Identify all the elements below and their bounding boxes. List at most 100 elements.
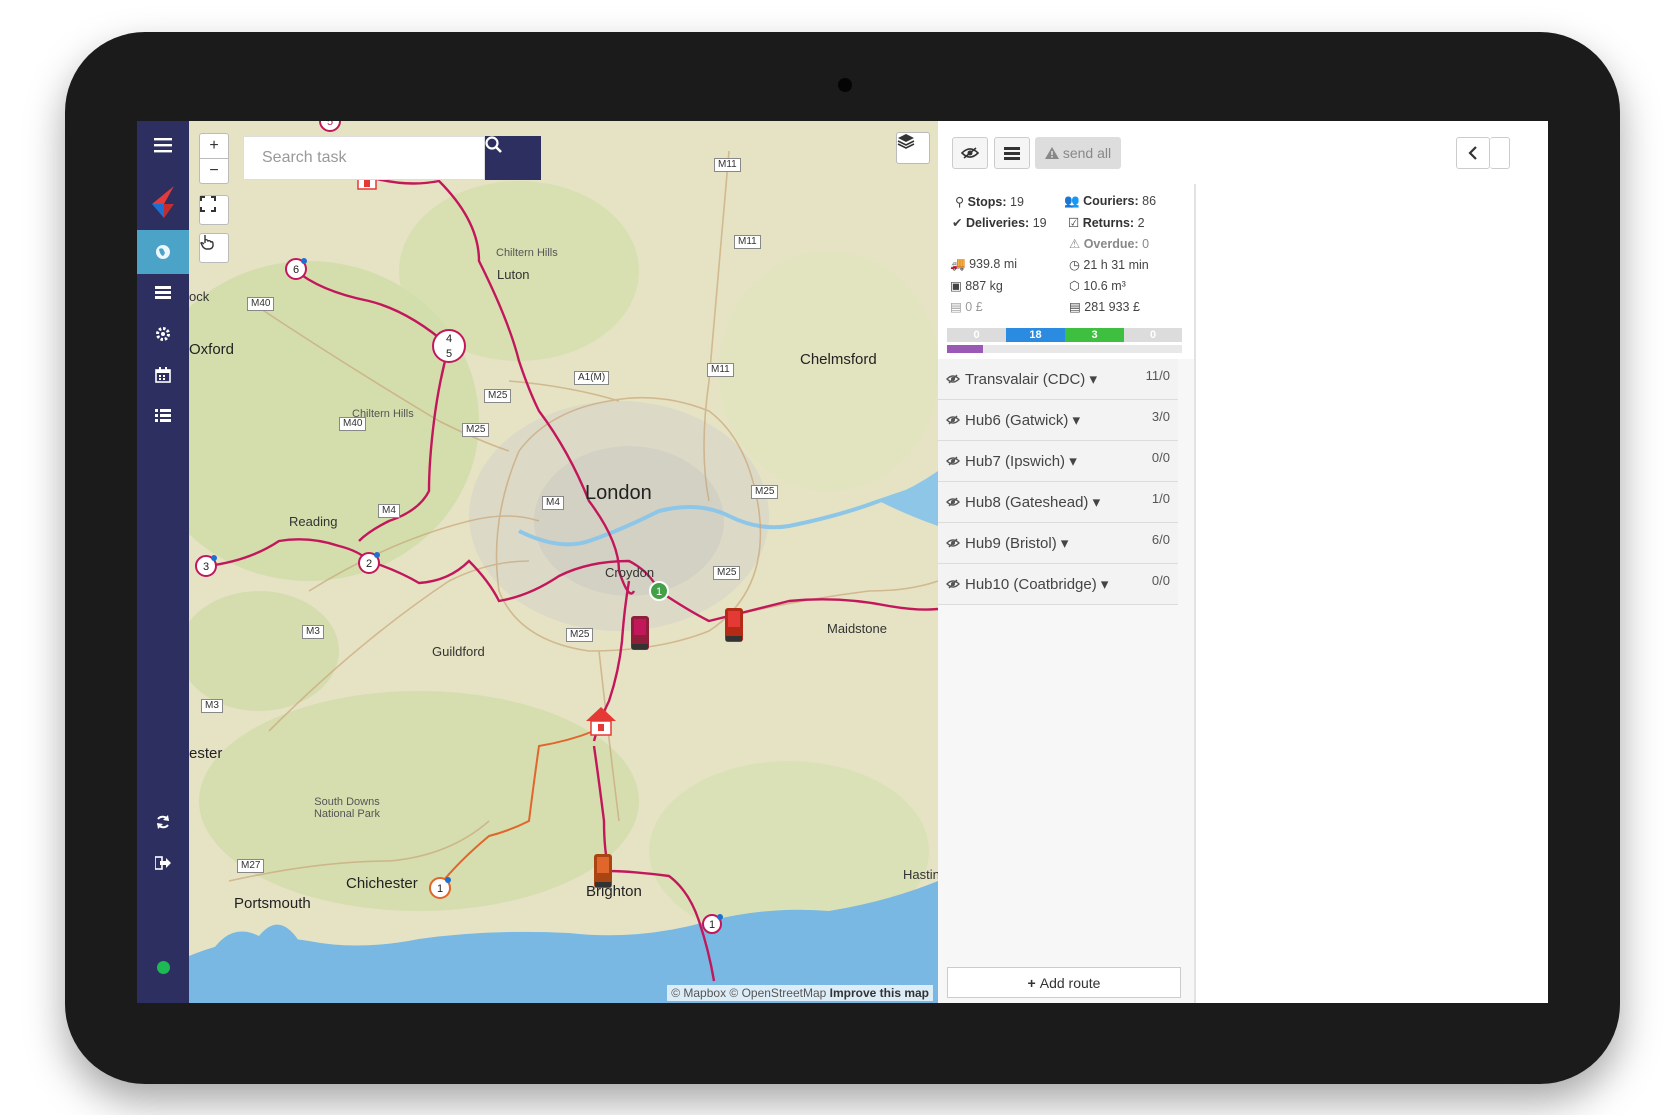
- select-tool-button[interactable]: [199, 233, 229, 263]
- road-label: M4: [542, 496, 564, 510]
- route-count: 6/0: [1151, 532, 1170, 547]
- route-count: 1/0: [1151, 491, 1170, 506]
- map-view[interactable]: London Chelmsford Oxford Luton Reading G…: [189, 121, 938, 1003]
- road-label: M11: [707, 363, 734, 377]
- road-label: M40: [247, 297, 275, 311]
- route-name[interactable]: Hub7 (Ipswich) ▾: [965, 452, 1077, 470]
- place-label-chiltern-hills-1: Chiltern Hills: [496, 247, 558, 259]
- send-all-button[interactable]: send all: [1035, 137, 1121, 169]
- eye-slash-icon[interactable]: [946, 453, 960, 470]
- route-row-hub6[interactable]: Hub6 (Gatwick) ▾ 3/0: [938, 400, 1178, 441]
- place-label-maidstone: Maidstone: [827, 621, 887, 636]
- eye-slash-icon[interactable]: [946, 412, 960, 429]
- place-label-oxford: Oxford: [189, 341, 235, 358]
- place-label-ock: ock: [189, 289, 210, 304]
- progress-sub-fill: [947, 345, 983, 353]
- add-route-button[interactable]: + Add route: [947, 967, 1181, 998]
- road-label: M25: [462, 423, 490, 437]
- zoom-out-button[interactable]: −: [199, 158, 229, 184]
- route-row-transvalair[interactable]: Transvalair (CDC) ▾ 11/0: [938, 359, 1178, 400]
- sidebar-item-map[interactable]: [137, 230, 189, 274]
- stops-stat: ⚲ Stops: 19: [955, 195, 1024, 209]
- sidebar-item-calendar[interactable]: [137, 353, 189, 397]
- refresh-icon[interactable]: [137, 800, 189, 844]
- road-label: M25: [484, 389, 512, 403]
- place-label-hastings: Hastings: [903, 867, 938, 882]
- list-box-icon: [155, 286, 171, 299]
- map-base: [189, 121, 938, 1003]
- route-name[interactable]: Transvalair (CDC) ▾: [965, 370, 1097, 388]
- road-label: M11: [734, 235, 761, 249]
- search-input[interactable]: Search task: [243, 136, 485, 180]
- sidebar-item-settings[interactable]: [137, 312, 189, 356]
- returns-stat: ☑ Returns: 2: [1068, 216, 1145, 230]
- toggle-visibility-button[interactable]: [952, 137, 988, 169]
- fullscreen-icon: [200, 196, 216, 212]
- routes-toolbar: send all: [938, 121, 1548, 185]
- volume-stat: ⬡ 10.6 m³: [1069, 279, 1126, 293]
- road-label: M25: [566, 628, 594, 642]
- attribution-text: © Mapbox © OpenStreetMap: [671, 986, 827, 1000]
- warning-icon: [1044, 147, 1059, 159]
- globe-icon: [156, 245, 170, 259]
- sidebar-item-routes[interactable]: [137, 271, 189, 315]
- place-label-portsmouth: Portsmouth: [234, 895, 311, 912]
- eye-slash-icon[interactable]: [946, 494, 960, 511]
- route-row-hub10[interactable]: Hub10 (Coatbridge) ▾ 0/0: [938, 564, 1178, 605]
- eye-slash-icon[interactable]: [946, 576, 960, 593]
- weight-stat: ▣ 887 kg: [950, 279, 1003, 293]
- app-screen: London Chelmsford Oxford Luton Reading G…: [137, 121, 1548, 1003]
- chevron-left-icon: [1468, 146, 1477, 160]
- logout-icon[interactable]: [137, 841, 189, 885]
- online-status-indicator: [157, 961, 170, 974]
- improve-map-link[interactable]: Improve this map: [830, 986, 929, 1000]
- road-label: M3: [201, 699, 223, 713]
- hamburger-menu-icon[interactable]: [137, 123, 189, 167]
- route-name[interactable]: Hub9 (Bristol) ▾: [965, 534, 1068, 552]
- place-label-chelmsford: Chelmsford: [800, 351, 877, 368]
- eye-slash-icon[interactable]: [946, 371, 960, 388]
- routes-panel: ⚲ Stops: 19 👥 Couriers: 86 ✔ Deliveries:…: [938, 184, 1196, 1003]
- route-name[interactable]: Hub8 (Gateshead) ▾: [965, 493, 1100, 511]
- layers-button[interactable]: [896, 132, 930, 164]
- route-name[interactable]: Hub10 (Coatbridge) ▾: [965, 575, 1108, 593]
- list-icon: [155, 409, 171, 422]
- list-box-icon: [1004, 146, 1020, 160]
- search-button[interactable]: [485, 136, 541, 180]
- route-row-hub9[interactable]: Hub9 (Bristol) ▾ 6/0: [938, 523, 1178, 564]
- place-label-brighton: Brighton: [586, 883, 642, 900]
- search-icon: [485, 136, 502, 153]
- road-label: M40: [339, 417, 367, 431]
- add-route-label: Add route: [1039, 974, 1101, 991]
- cube-icon: ⬡: [1069, 279, 1080, 293]
- warning-icon: ⚠: [1069, 237, 1081, 251]
- check-square-icon: ☑: [1068, 216, 1080, 230]
- zoom-in-button[interactable]: +: [199, 133, 229, 159]
- duration-stat: ◷ 21 h 31 min: [1069, 258, 1149, 272]
- road-label: M27: [237, 859, 265, 873]
- overdue-stat: ⚠ Overdue: 0: [1069, 237, 1150, 251]
- plus-icon: +: [1027, 974, 1036, 991]
- road-label: M25: [751, 485, 779, 499]
- sidebar-nav: [137, 121, 189, 1003]
- panel-edge-button[interactable]: [1490, 137, 1510, 169]
- route-list-button[interactable]: [994, 137, 1030, 169]
- map-marker-icon: ⚲: [955, 195, 965, 209]
- road-label: M3: [302, 625, 324, 639]
- hand-pointer-icon: [200, 235, 214, 250]
- route-name[interactable]: Hub6 (Gatwick) ▾: [965, 411, 1080, 429]
- route-row-hub7[interactable]: Hub7 (Ipswich) ▾ 0/0: [938, 441, 1178, 482]
- check-circle-icon: ✔: [952, 216, 963, 230]
- couriers-stat: 👥 Couriers: 86: [1064, 194, 1157, 208]
- route-row-hub8[interactable]: Hub8 (Gateshead) ▾ 1/0: [938, 482, 1178, 523]
- cost-stat: ▤ 0 £: [950, 300, 983, 314]
- sidebar-item-list[interactable]: [137, 394, 189, 438]
- distance-stat: 🚚 939.8 mi: [950, 257, 1018, 271]
- users-icon: 👥: [1064, 194, 1080, 208]
- tablet-camera: [838, 78, 852, 92]
- archive-icon: ▣: [950, 279, 962, 293]
- route-count: 0/0: [1151, 573, 1170, 588]
- collapse-panel-button[interactable]: [1456, 137, 1490, 169]
- eye-slash-icon[interactable]: [946, 535, 960, 552]
- fullscreen-button[interactable]: [199, 195, 229, 225]
